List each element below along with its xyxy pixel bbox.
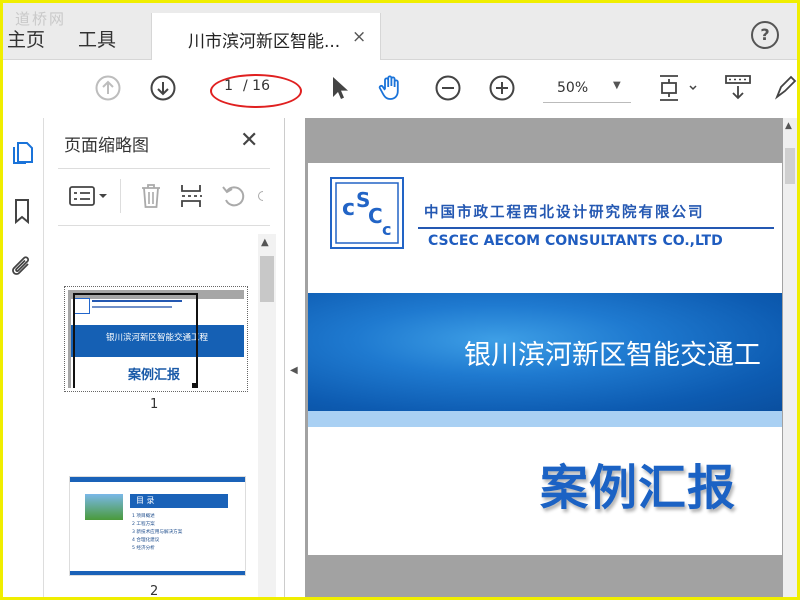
tab-close-button[interactable]: × [352, 27, 366, 47]
viewport-resize-handle[interactable] [192, 383, 197, 388]
scrollbar-thumb[interactable] [785, 148, 795, 184]
thumbnail-page-number: 1 [150, 397, 159, 412]
thumbnail-toc-item: 3 新技术应用与解决方案 [132, 530, 183, 535]
header-rule [418, 227, 774, 229]
sign-button[interactable] [773, 71, 797, 105]
rotate-right-icon [258, 191, 264, 201]
rail-attachments[interactable] [7, 252, 37, 282]
thumbnail-options-button[interactable] [68, 181, 110, 211]
prev-page-button[interactable] [91, 71, 125, 105]
app-window: 道桥网 主页 工具 川市滨河新区智能... × ? 1 / 16 50% ▼ 页… [3, 3, 797, 597]
hand-icon [378, 75, 399, 100]
fit-page-button[interactable] [655, 71, 701, 105]
thumbnail-page-2[interactable]: 目 录 1 项目概述 2 工程方案 3 新技术应用与解决方案 4 合理化建议 5… [69, 476, 246, 576]
options-menu-icon [69, 186, 107, 206]
banner-light-strip [308, 411, 782, 427]
zoom-out-icon [435, 75, 461, 101]
document-scrollbar[interactable]: ▲ [783, 118, 797, 597]
thumbnail-toc-item: 5 经济分析 [132, 546, 155, 551]
banner-title: 银川滨河新区智能交通工 [464, 340, 761, 371]
select-arrow-icon [333, 77, 348, 99]
tab-bar: 道桥网 主页 工具 川市滨河新区智能... × ? [3, 3, 797, 60]
thumbnail-photo [85, 494, 123, 520]
rail-bookmarks[interactable] [7, 196, 37, 226]
document-page: c S C c 中国市政工程西北设计研究院有限公司 CSCEC AECOM CO… [308, 163, 782, 555]
rotate-left-icon [222, 186, 245, 207]
scroll-up-icon[interactable]: ▲ [785, 121, 792, 131]
tab-document-title: 川市滨河新区智能... [188, 32, 341, 52]
thumbnail-canvas: 银川滨河新区智能交通工程 案例汇报 [68, 290, 244, 388]
navigation-rail [3, 118, 44, 597]
sign-icon [774, 75, 797, 100]
bookmark-icon [15, 199, 29, 225]
pages-icon [13, 142, 33, 164]
rotate-left-button[interactable] [220, 181, 248, 211]
scrollbar-thumb[interactable] [260, 256, 274, 302]
zoom-in-icon [489, 75, 515, 101]
next-page-button[interactable] [146, 71, 180, 105]
tab-tools[interactable]: 工具 [78, 25, 116, 52]
attachment-icon [12, 256, 29, 275]
thumbnail-top-bar [70, 477, 245, 482]
hand-tool-button[interactable] [375, 71, 409, 105]
panel-title: 页面缩略图 [64, 136, 149, 156]
cscec-logo-icon: c S C c [330, 177, 404, 249]
collapse-arrow-icon[interactable]: ◀ [290, 365, 298, 376]
thumbnail-toc-title: 目 录 [136, 496, 155, 505]
zoom-value: 50% [557, 80, 589, 96]
thumbnail-toc-item: 4 合理化建议 [132, 538, 160, 543]
svg-text:C: C [368, 204, 383, 228]
next-page-icon [150, 75, 176, 101]
title-banner: 银川滨河新区智能交通工 [308, 293, 782, 411]
main-toolbar: 1 / 16 50% ▼ [3, 60, 797, 119]
select-tool-button[interactable] [321, 71, 355, 105]
case-report-title: 案例汇报 [540, 460, 737, 516]
svg-text:c: c [382, 220, 391, 239]
thumbnail-toc-item: 1 项目概述 [132, 514, 155, 519]
tab-document[interactable]: 川市滨河新区智能... × [151, 13, 381, 60]
annotation-ellipse [210, 74, 302, 108]
delete-page-button[interactable] [138, 181, 164, 211]
thumbnails-scrollbar[interactable]: ▲ [258, 234, 276, 597]
chevron-down-icon: ▼ [613, 80, 621, 91]
trash-icon [142, 184, 160, 208]
zoom-out-button[interactable] [431, 71, 465, 105]
zoom-dropdown[interactable]: 50% ▼ [543, 76, 631, 103]
thumbnail-toolbar [58, 168, 270, 226]
divider [120, 179, 121, 213]
rail-page-thumbnails[interactable] [7, 138, 37, 168]
company-name-en: CSCEC AECOM CONSULTANTS CO.,LTD [428, 233, 723, 249]
company-name-cn: 中国市政工程西北设计研究院有限公司 [424, 204, 705, 221]
svg-text:c: c [342, 196, 355, 221]
thumbnail-viewport-box[interactable] [73, 293, 198, 388]
scroll-mode-button[interactable] [721, 71, 755, 105]
scroll-mode-icon [725, 75, 751, 100]
close-icon[interactable]: ✕ [240, 128, 258, 153]
thumbnail-bottom-bar [70, 571, 245, 575]
thumbnail-page-number: 2 [150, 584, 159, 597]
panel-collapse-strip[interactable]: ◀ [285, 118, 305, 597]
insert-page-icon [181, 185, 202, 207]
page-thumbnails-panel: 页面缩略图 ✕ ▲ 银川滨河新区智能交通工程 案例汇报 1 目 录 1 项目概述… [44, 118, 285, 597]
thumbnail-page-1[interactable]: 银川滨河新区智能交通工程 案例汇报 [64, 286, 248, 392]
thumbnail-toc-item: 2 工程方案 [132, 522, 155, 527]
tab-home[interactable]: 主页 [7, 25, 45, 52]
document-view[interactable]: c S C c 中国市政工程西北设计研究院有限公司 CSCEC AECOM CO… [305, 118, 797, 597]
fit-page-icon [660, 75, 697, 101]
rotate-right-button[interactable] [256, 181, 270, 211]
prev-page-icon [95, 75, 121, 101]
insert-page-button[interactable] [178, 181, 206, 211]
help-icon[interactable]: ? [751, 21, 779, 49]
zoom-in-button[interactable] [485, 71, 519, 105]
scroll-up-icon[interactable]: ▲ [261, 237, 269, 248]
